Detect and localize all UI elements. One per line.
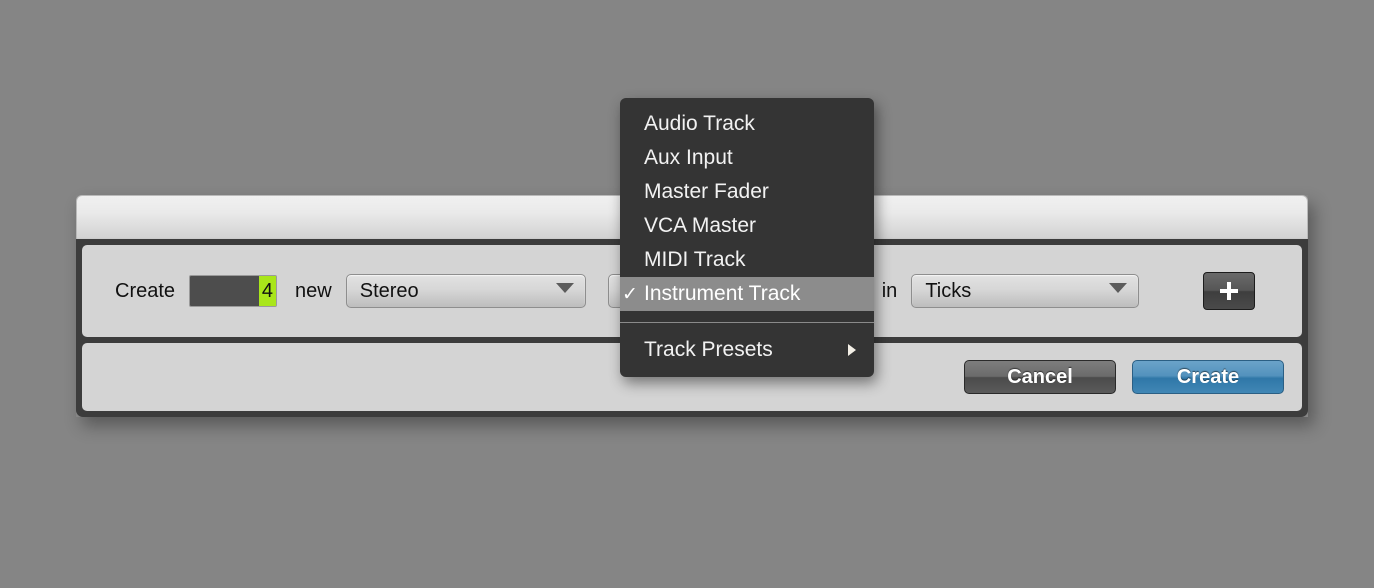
menu-item-label: Instrument Track bbox=[644, 282, 801, 305]
submenu-arrow-icon bbox=[848, 344, 856, 356]
menu-item-track-presets[interactable]: ✓Track Presets bbox=[620, 333, 874, 367]
menu-item-vca-master[interactable]: ✓VCA Master bbox=[620, 209, 874, 243]
track-format-dropdown[interactable]: Stereo bbox=[345, 274, 586, 308]
checkmark-icon: ✓ bbox=[622, 283, 638, 305]
menu-separator bbox=[620, 322, 874, 323]
menu-item-label: Track Presets bbox=[644, 338, 773, 361]
add-track-row-button[interactable] bbox=[1203, 272, 1256, 310]
menu-item-label: Master Fader bbox=[644, 180, 769, 203]
cancel-button[interactable]: Cancel bbox=[964, 360, 1116, 394]
in-label: in bbox=[881, 279, 898, 302]
menu-item-instrument-track[interactable]: ✓ Instrument Track bbox=[620, 277, 874, 311]
track-count-value: 4 bbox=[258, 276, 277, 306]
menu-item-midi-track[interactable]: ✓MIDI Track bbox=[620, 243, 874, 277]
menu-item-audio-track[interactable]: ✓Audio Track bbox=[620, 107, 874, 141]
track-format-value: Stereo bbox=[359, 279, 419, 302]
menu-item-label: MIDI Track bbox=[644, 248, 746, 271]
menu-item-aux-input[interactable]: ✓Aux Input bbox=[620, 141, 874, 175]
track-count-input[interactable]: 4 bbox=[189, 275, 278, 307]
menu-item-label: Aux Input bbox=[644, 146, 733, 169]
chevron-down-icon bbox=[1109, 283, 1128, 293]
track-type-menu: ✓Audio Track✓Aux Input✓Master Fader✓VCA … bbox=[620, 98, 874, 377]
chevron-down-icon bbox=[555, 283, 574, 293]
create-label: Create bbox=[115, 279, 176, 302]
timebase-dropdown[interactable]: Ticks bbox=[911, 274, 1140, 308]
menu-item-master-fader[interactable]: ✓Master Fader bbox=[620, 175, 874, 209]
timebase-value: Ticks bbox=[925, 279, 972, 302]
menu-item-label: Audio Track bbox=[644, 112, 755, 135]
create-button[interactable]: Create bbox=[1132, 360, 1284, 394]
menu-item-label: VCA Master bbox=[644, 214, 757, 237]
new-label: new bbox=[295, 279, 332, 302]
